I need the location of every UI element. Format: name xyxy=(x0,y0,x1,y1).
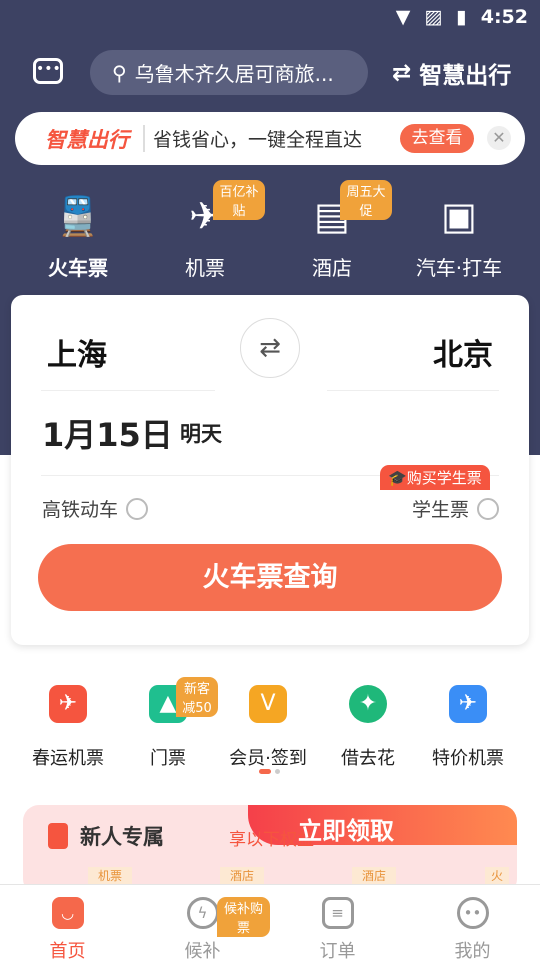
profile-icon: •• xyxy=(456,897,489,929)
grid-item-credit[interactable]: ✦ 借去花 xyxy=(318,685,418,770)
banner-view-button[interactable]: 去查看 xyxy=(400,124,474,153)
grid-label: 借去花 xyxy=(341,748,395,769)
search-input[interactable]: ⚲ 乌鲁木齐久居可商旅... xyxy=(90,50,368,95)
tab-label: 汽车·打车 xyxy=(415,256,503,280)
divider xyxy=(41,390,215,391)
banner-slogan: 省钱省心，一键全程直达 xyxy=(143,125,362,152)
nav-label: 订单 xyxy=(319,941,356,962)
from-city[interactable]: 上海 xyxy=(47,330,107,374)
grid-label: 门票 xyxy=(150,748,186,769)
tab-bus-taxi[interactable]: ▣ 汽车·打车 xyxy=(399,190,519,281)
page-indicator xyxy=(259,769,280,774)
nav-waitlist[interactable]: 候补购票 ϟ 候补 xyxy=(135,893,270,963)
grid-item-member-checkin[interactable]: V 会员·签到 xyxy=(218,685,318,770)
nav-label: 我的 xyxy=(454,941,491,962)
departure-date[interactable]: 1月15日 xyxy=(42,410,173,456)
red-envelope-icon xyxy=(48,823,68,849)
claim-now-button[interactable]: 立即领取 xyxy=(298,811,394,846)
home-icon: ◡ xyxy=(51,897,84,929)
tab-badge: 百亿补贴 xyxy=(213,180,265,220)
highspeed-option[interactable]: 高铁动车 xyxy=(42,495,149,522)
nav-label: 候补 xyxy=(184,941,221,962)
grid-label: 春运机票 xyxy=(32,748,104,769)
promo-title: 新人专属 xyxy=(80,825,164,849)
train-search-card: 上海 ⇄ 北京 1月15日 明天 🎓购买学生票 高铁动车 学生票 火车票查询 xyxy=(11,295,529,645)
student-label: 学生票 xyxy=(411,499,469,521)
promo-tag: 酒店 xyxy=(220,867,265,884)
bottom-nav: ◡ 首页 候补购票 ϟ 候补 ≡ 订单 •• 我的 xyxy=(0,884,540,963)
no-sim-icon: ▨ xyxy=(424,6,443,28)
tab-label: 酒店 xyxy=(312,256,352,280)
switch-icon: ⇄ xyxy=(392,60,412,86)
tab-train[interactable]: 🚆 火车票 xyxy=(18,190,138,281)
order-icon: ≡ xyxy=(321,897,354,929)
tab-hotel[interactable]: 周五大促 ▤ 酒店 xyxy=(272,180,392,281)
grid-item-tickets[interactable]: 新客减50 ▲ 门票 xyxy=(118,677,218,770)
smart-travel-banner[interactable]: 智慧出行 省钱省心，一键全程直达 去查看 ✕ xyxy=(15,112,525,165)
tab-label: 火车票 xyxy=(48,256,108,280)
tag-plane-icon: ✈ xyxy=(449,685,487,723)
student-badge-label: 购买学生票 xyxy=(406,469,482,487)
clock: 4:52 xyxy=(480,6,528,28)
search-icon: ⚲ xyxy=(112,60,127,85)
highspeed-radio[interactable] xyxy=(126,497,149,520)
close-icon[interactable]: ✕ xyxy=(487,126,511,150)
nav-badge: 候补购票 xyxy=(217,897,270,937)
smart-travel-label: 智慧出行 xyxy=(419,63,512,89)
divider xyxy=(327,390,499,391)
search-placeholder: 乌鲁木齐久居可商旅... xyxy=(134,62,334,86)
student-option[interactable]: 学生票 xyxy=(412,495,499,522)
status-bar: ▼ ▨ ▮ 4:52 xyxy=(396,6,528,28)
highspeed-label: 高铁动车 xyxy=(42,499,119,521)
promo-tag: 酒店 xyxy=(352,867,397,884)
battery-icon: ▮ xyxy=(456,6,467,28)
promo-tag: 火 xyxy=(485,867,510,884)
message-icon[interactable]: ••• xyxy=(33,58,63,84)
nav-label: 首页 xyxy=(49,941,86,962)
train-query-button[interactable]: 火车票查询 xyxy=(38,544,502,611)
lightning-icon: ϟ xyxy=(186,897,219,929)
credit-icon: ✦ xyxy=(349,685,387,723)
departure-day: 明天 xyxy=(180,422,222,446)
grid-item-spring-flights[interactable]: ✈ 春运机票 xyxy=(18,685,118,770)
tab-badge: 周五大促 xyxy=(340,180,392,220)
student-ticket-badge[interactable]: 🎓购买学生票 xyxy=(380,465,490,490)
wifi-icon: ▼ xyxy=(395,6,411,28)
promo-tag: 机票 xyxy=(88,867,133,884)
train-icon: 🚆 xyxy=(54,194,102,238)
tab-label: 机票 xyxy=(185,256,225,280)
nav-mine[interactable]: •• 我的 xyxy=(405,893,540,963)
swap-cities-button[interactable]: ⇄ xyxy=(240,318,300,378)
to-city[interactable]: 北京 xyxy=(433,330,493,374)
grid-badge: 新客减50 xyxy=(176,677,218,717)
nav-orders[interactable]: ≡ 订单 xyxy=(270,893,405,963)
grid-label: 会员·签到 xyxy=(229,748,307,769)
student-radio[interactable] xyxy=(477,497,499,520)
crown-icon: V xyxy=(249,685,287,723)
smart-travel-button[interactable]: ⇄ 智慧出行 xyxy=(392,56,511,90)
nav-home[interactable]: ◡ 首页 xyxy=(0,893,135,963)
bus-icon: ▣ xyxy=(441,194,477,238)
grid-item-cheap-flights[interactable]: ✈ 特价机票 xyxy=(418,685,518,770)
banner-brand: 智慧出行 xyxy=(45,127,129,152)
grid-label: 特价机票 xyxy=(432,748,504,769)
new-user-promo[interactable]: 新人专属 享以下权益 立即领取 机票 酒店 酒店 火 xyxy=(23,805,517,895)
tab-flight[interactable]: 百亿补贴 ✈ 机票 xyxy=(145,180,265,281)
plane-icon: ✈ xyxy=(49,685,87,723)
